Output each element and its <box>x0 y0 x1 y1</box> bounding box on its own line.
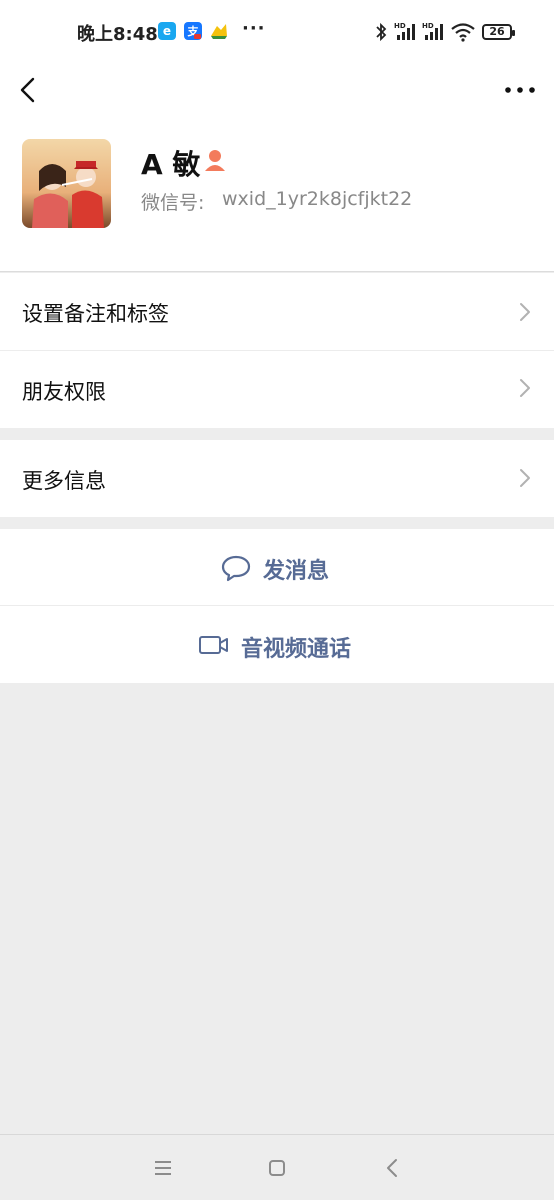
menu-icon[interactable] <box>150 1155 176 1181</box>
more-button[interactable] <box>500 70 540 110</box>
menu-item-more-info[interactable]: 更多信息 <box>0 440 554 517</box>
menu-item-friend-permissions[interactable]: 朋友权限 <box>0 351 554 428</box>
menu-item-label: 设置备注和标签 <box>22 302 169 326</box>
contact-name: A 敏 <box>141 148 201 181</box>
send-message-button[interactable]: 发消息 <box>0 529 554 605</box>
browser-app-icon: e <box>158 22 176 40</box>
chevron-right-icon <box>520 303 530 321</box>
chat-bubble-icon <box>221 555 251 582</box>
home-icon[interactable] <box>264 1155 290 1181</box>
nav-bar <box>0 64 554 120</box>
female-icon <box>205 150 225 171</box>
video-camera-icon <box>199 636 228 654</box>
status-more-dots: ··· <box>242 18 266 39</box>
menu-item-label: 更多信息 <box>22 469 106 493</box>
chevron-left-icon <box>20 77 35 103</box>
video-call-label: 音视频通话 <box>241 637 352 662</box>
wxid-value: wxid_1yr2k8jcfjkt22 <box>222 188 413 210</box>
svg-text:HD: HD <box>422 22 434 30</box>
back-icon[interactable] <box>380 1155 406 1181</box>
system-nav-bar <box>0 1134 554 1200</box>
alipay-app-icon: 支 <box>184 22 202 40</box>
wxid-label: 微信号: <box>141 192 205 214</box>
menu-item-remark-and-tags[interactable]: 设置备注和标签 <box>0 273 554 350</box>
menu-item-label: 朋友权限 <box>22 380 106 404</box>
wifi-icon <box>451 23 475 42</box>
battery-level: 26 <box>489 25 505 38</box>
chevron-right-icon <box>520 469 530 487</box>
svg-text:HD: HD <box>394 22 406 30</box>
status-time: 晚上8:48 <box>77 24 158 45</box>
send-message-label: 发消息 <box>263 559 330 584</box>
more-horizontal-icon <box>505 87 535 93</box>
svg-text:e: e <box>163 24 171 38</box>
video-call-button[interactable]: 音视频通话 <box>0 606 554 683</box>
signal-hd-icon: HD <box>394 22 415 40</box>
yellow-app-icon <box>209 22 227 40</box>
profile-card: A 敏 微信号: wxid_1yr2k8jcfjkt22 <box>0 120 554 272</box>
signal-hd-icon: HD <box>422 22 443 40</box>
battery-icon: 26 <box>482 24 515 40</box>
bluetooth-icon <box>376 22 387 42</box>
avatar[interactable] <box>22 139 111 228</box>
status-bar: 晚上8:48 e 支 ··· HD HD 26 <box>0 0 554 64</box>
chevron-right-icon <box>520 379 530 397</box>
back-button[interactable] <box>14 70 46 110</box>
